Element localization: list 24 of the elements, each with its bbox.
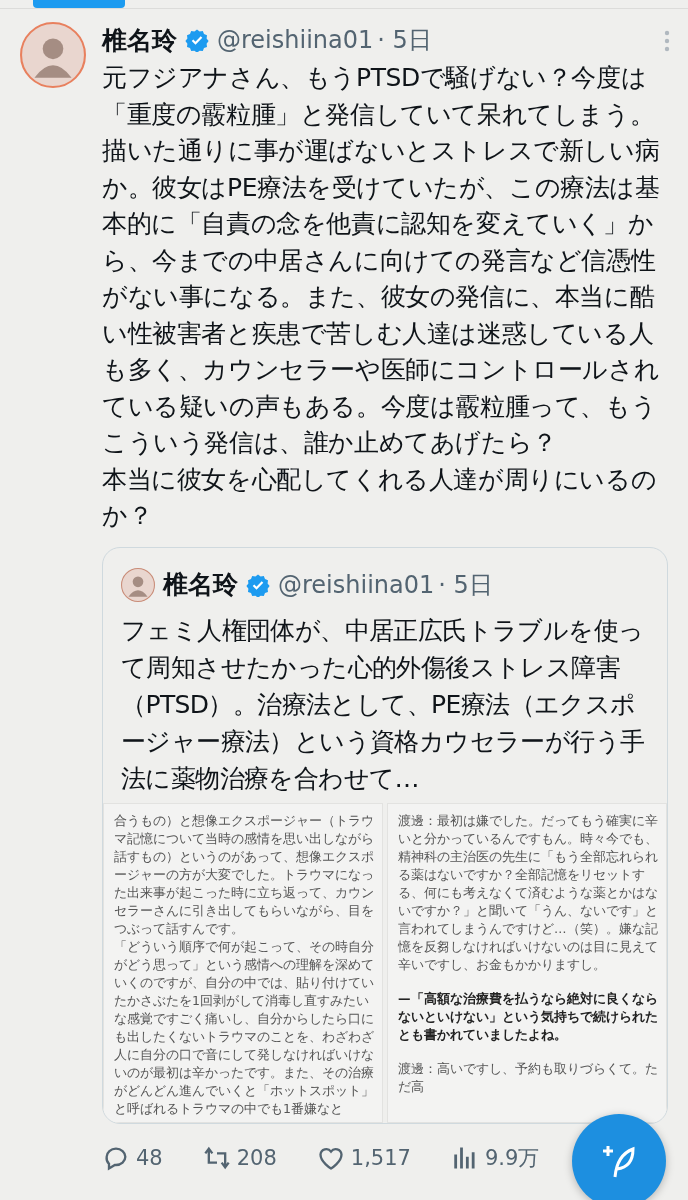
- article-image[interactable]: [387, 802, 667, 1123]
- avatar: [20, 22, 86, 88]
- article-paragraph: 「どういう順序で何が起こって、その時自分がどう思って」という感情への理解を深めていくのですが、自分の中では、貼り付けていたかさぶたを1回剥がして消毒し直すみたいな感覚ですごく痛いし、自分からしたら口にも出したくないトラウマのことを、わざわざ人に自分の口で音にして発しなければいけないのが最初は辛かったです。また、その治療がどんどん進んでいくと「ホットスポット」と呼ばれるトラウマの中でも1番嫌なと: [114, 937, 374, 1118]
- author-handle: @reishiina01: [217, 26, 374, 54]
- author-handle: @reishiina01: [278, 570, 435, 599]
- author-name: 椎名玲: [163, 569, 238, 601]
- tweet-text: 元フジアナさん、もうPTSDで騒げない？今度は「重度の霰粒腫」と発信していて呆れてしまう。描いた通りに事が運ばないとストレスで新しい病か。彼女はPE療法を受けていたが、この療法は基本的に「自責の念を他責に認知を変えていく」から、今までの中居さんに向けての発言など信憑性がない事になる。また、彼女の発信に、本当に酷い性被害者と疾患で苦しむ人達は迷惑している人も多く、カウンセラーや医師にコントロールされている疑いの声もある。今度は霰粒腫って、もうこういう発信は、誰か止めてあげたら？: [102, 62, 661, 459]
- compose-button[interactable]: [572, 1114, 666, 1200]
- author-name: 椎名玲: [102, 24, 177, 57]
- article-paragraph: 合うもの）と想像エクスポージャー（トラウマ記憶について当時の感情を思い出しながら話すもの）というのがあって、想像エクスポージャーの方が大変でした。トラウマになった出来事が起こった時に立ち返って、カウンセラーさんに引き出してもらいながら、目をつぶって話すんです。: [114, 811, 374, 938]
- reply-button[interactable]: 48: [102, 1143, 163, 1172]
- like-button[interactable]: 1,517: [316, 1143, 411, 1172]
- views-button[interactable]: 9.9万: [450, 1143, 540, 1172]
- article-paragraph: 渡邊：最初は嫌でした。だってもう確実に辛いと分かっているんですもん。時々今でも、精神科の主治医の先生に「もう全部忘れられる薬はないですか？全部記憶をリセットする、何にも考えなくて済むような薬とかはないですか？」と聞いて「うん、ないです」と言われてしまうんですけど…（笑）。嫌な記憶を反芻しなければいけないのは目に見えて辛いですし、お金もかかりますし。: [398, 811, 658, 974]
- article-paragraph: —「高額な治療費を払うなら絶対に良くならないといけない」という気持ちで続けられたとも書かれていましたよね。: [398, 989, 658, 1044]
- article-paragraph: 渡邊：高いですし、予約も取りづらくて。ただ高: [398, 1059, 658, 1096]
- avatar: [121, 567, 155, 602]
- quote-card[interactable]: [102, 546, 668, 1124]
- tweet-text: 本当に彼女を心配してくれる人達が周りにいるのか？: [102, 463, 658, 532]
- post-time: · 5日: [438, 569, 493, 601]
- quote-text: フェミ人権団体が、中居正広氏トラブルを使って周知させたかった心的外傷後ストレス障害（PTSD）。治療法として、PE療法（エクスポージャー療法）という資格カウセラーが行う手法に薬物治療を合わせて…: [120, 614, 646, 795]
- post-time: · 5日: [377, 25, 432, 56]
- article-image[interactable]: [103, 802, 383, 1123]
- repost-button[interactable]: 208: [202, 1143, 277, 1172]
